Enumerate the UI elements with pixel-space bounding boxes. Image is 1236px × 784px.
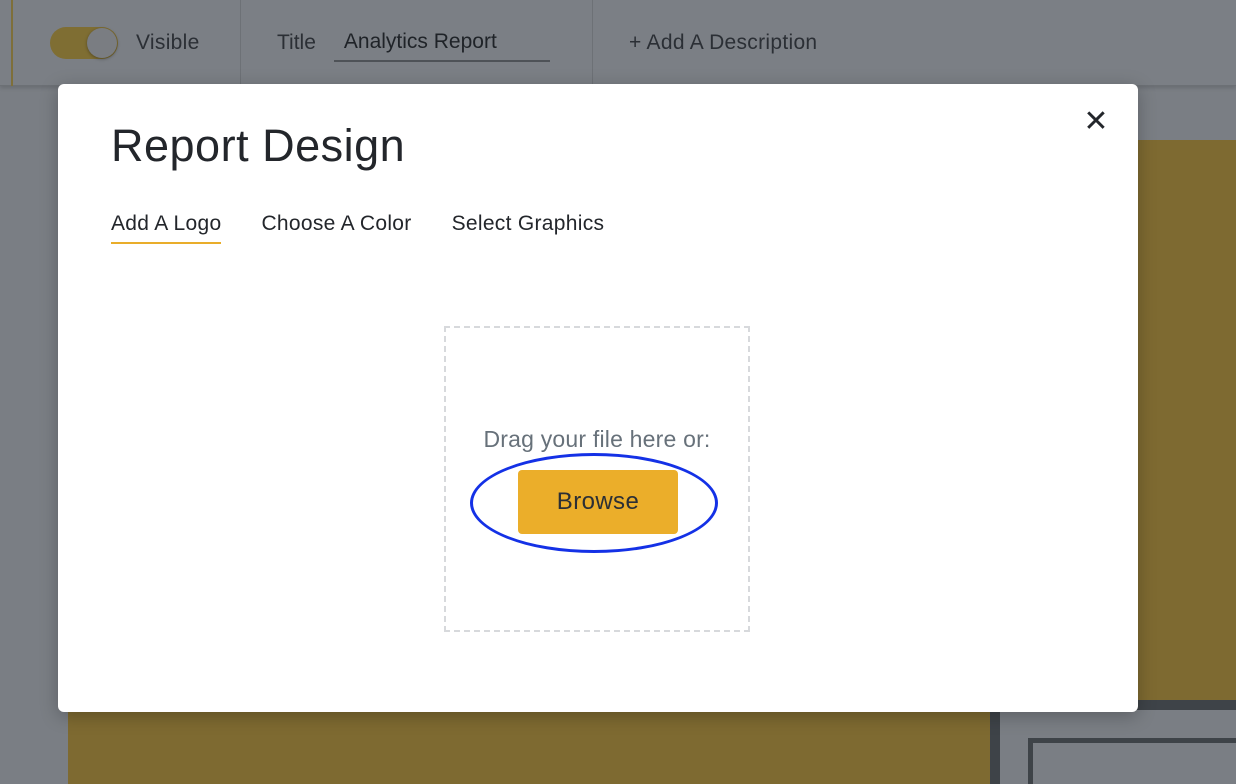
visible-toggle[interactable] — [50, 26, 118, 59]
visible-label: Visible — [136, 30, 200, 54]
tab-add-a-logo[interactable]: Add A Logo — [111, 212, 222, 244]
browse-button[interactable]: Browse — [518, 470, 678, 534]
background-frame — [990, 700, 1236, 784]
file-dropzone[interactable]: Drag your file here or: Browse — [444, 326, 750, 632]
dropzone-prompt: Drag your file here or: — [483, 426, 711, 452]
visible-section: Visible — [0, 0, 241, 86]
modal-tabs: Add A Logo Choose A Color Select Graphic… — [111, 212, 644, 244]
tab-select-graphics[interactable]: Select Graphics — [452, 212, 605, 244]
close-icon[interactable]: ✕ — [1082, 107, 1110, 137]
toggle-knob — [87, 27, 117, 58]
tab-choose-a-color[interactable]: Choose A Color — [261, 212, 411, 244]
add-description-link[interactable]: + Add A Description — [629, 31, 817, 55]
background-frame-inner — [1028, 738, 1236, 784]
title-input[interactable] — [333, 23, 550, 62]
report-design-modal: Report Design ✕ Add A Logo Choose A Colo… — [58, 84, 1138, 712]
accent-line — [11, 0, 13, 86]
description-section: + Add A Description — [593, 0, 817, 86]
modal-title: Report Design — [111, 120, 406, 171]
background-gold-panel-bottom — [68, 700, 990, 784]
title-label: Title — [277, 30, 316, 54]
title-section: Title — [241, 0, 593, 86]
top-bar: Visible Title + Add A Description — [0, 0, 1236, 86]
